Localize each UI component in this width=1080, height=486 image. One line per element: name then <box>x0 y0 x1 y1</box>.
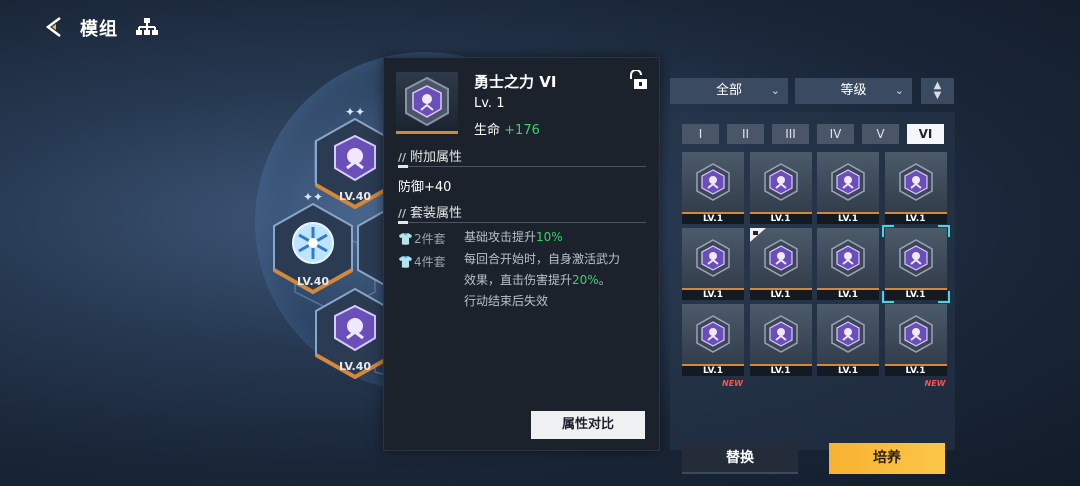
sort-by-value: 等级 <box>840 83 867 98</box>
module-card[interactable]: LV.1 <box>682 152 744 224</box>
set4-label: 👕4件套 <box>398 255 446 269</box>
card-level: LV.1 <box>817 212 879 224</box>
warrior-emblem-icon <box>696 239 730 277</box>
lock-icon <box>749 228 766 242</box>
card-level: LV.1 <box>817 288 879 300</box>
module-icon-frame <box>396 72 458 134</box>
shirt-icon: 👕 <box>398 232 413 246</box>
card-level: LV.1 <box>817 364 879 376</box>
set2-desc: 基础攻击提升10% <box>464 230 563 244</box>
card-level: LV.1 <box>884 212 947 224</box>
category-filter-value: 全部 <box>715 83 742 98</box>
card-level: LV.1 <box>682 364 744 376</box>
extra-attr-value: 防御+40 <box>398 180 452 195</box>
main-stat-label: 生命 <box>474 123 501 138</box>
warrior-emblem-icon <box>334 304 376 352</box>
card-level: LV.1 <box>884 364 947 376</box>
section-divider <box>398 221 646 224</box>
snowflake-emblem-icon <box>292 222 334 264</box>
module-card[interactable]: LV.1 NEW <box>884 304 947 388</box>
warrior-emblem-icon <box>763 239 798 277</box>
tier-tab[interactable]: V <box>862 124 899 144</box>
warrior-emblem-icon <box>898 163 933 201</box>
replace-button[interactable]: 替换 <box>682 443 798 474</box>
back-button[interactable] <box>42 14 68 40</box>
module-card[interactable]: LV.1NEW <box>749 228 812 312</box>
card-level: LV.1 <box>749 288 812 300</box>
sort-down-icon: ▼ <box>933 90 942 101</box>
main-stat: 生命 +176 <box>474 119 540 138</box>
module-card[interactable]: LV.1 <box>817 228 879 300</box>
train-button[interactable]: 培养 <box>829 443 945 474</box>
warrior-emblem-icon <box>334 134 376 182</box>
module-card[interactable]: LV.1 <box>884 152 947 224</box>
shirt-icon: 👕 <box>398 255 413 269</box>
warrior-emblem-icon <box>696 315 730 353</box>
module-card[interactable]: LV.1 <box>817 152 879 224</box>
card-level: LV.1 <box>749 212 812 224</box>
warrior-emblem-icon <box>898 239 933 277</box>
warrior-emblem-icon <box>898 315 933 353</box>
warrior-emblem-icon <box>831 239 865 277</box>
warrior-emblem-icon <box>831 315 865 353</box>
module-card[interactable]: LV.1 <box>682 228 744 300</box>
module-name: 勇士之力 VI <box>474 73 557 91</box>
hierarchy-icon <box>136 18 158 35</box>
module-detail-panel: 勇士之力 VI Lv. 1 生命 +176 //附加属性 防御+40 //套装属… <box>383 57 660 451</box>
selection-corner <box>937 225 950 237</box>
selection-corner <box>881 225 894 237</box>
set-attr-title: //套装属性 <box>398 206 463 221</box>
sort-order-button[interactable]: ▲ ▼ <box>921 78 954 104</box>
back-arrow-icon <box>45 17 61 37</box>
module-card[interactable]: LV.1 <box>817 304 879 376</box>
chevron-down-icon: ⌄ <box>770 84 780 97</box>
warrior-emblem-icon <box>763 315 798 353</box>
tier-tab[interactable]: I <box>682 124 719 144</box>
unlock-icon[interactable] <box>627 69 649 90</box>
main-stat-value: +176 <box>504 123 540 138</box>
extra-attr-title: //附加属性 <box>398 150 463 165</box>
warrior-emblem-icon <box>831 163 865 201</box>
card-level: LV.1 <box>682 212 744 224</box>
tier-tab[interactable]: VI <box>907 124 944 144</box>
compare-attributes-button[interactable]: 属性对比 <box>531 411 645 439</box>
selection-corner <box>881 291 894 303</box>
card-level: LV.1 <box>749 364 812 376</box>
tier-tab[interactable]: III <box>772 124 809 144</box>
category-filter-dropdown[interactable]: 全部 ⌄ <box>670 78 788 104</box>
tier-tab[interactable]: II <box>727 124 764 144</box>
card-level: LV.1 <box>682 288 744 300</box>
module-inventory: 全部 ⌄ 等级 ⌄ ▲ ▼ I II III IV V VI LV.1 LV.1 LV.1 LV… <box>670 78 955 474</box>
set2-label: 👕2件套 <box>398 232 446 246</box>
module-card[interactable]: LV.1NEW <box>881 225 950 312</box>
module-level: Lv. 1 <box>474 96 505 111</box>
module-grid-panel: IIIIIIIVVVI LV.1LV.1LV.1LV.1LV.1LV.1NEWL… <box>670 112 955 474</box>
module-card[interactable]: LV.1 NEW <box>682 304 744 388</box>
selection-corner <box>937 291 950 303</box>
chevron-down-icon: ⌄ <box>894 84 904 97</box>
warrior-emblem-icon <box>696 163 730 201</box>
module-card[interactable]: LV.1 <box>749 152 812 224</box>
sort-by-dropdown[interactable]: 等级 ⌄ <box>795 78 912 104</box>
set4-desc: 每回合开始时，自身激活武力 效果，直击伤害提升20%。 行动结束后失效 <box>464 252 621 308</box>
hierarchy-button[interactable] <box>136 17 158 37</box>
new-badge: NEW <box>722 379 743 388</box>
warrior-emblem-icon <box>405 76 449 127</box>
new-badge: NEW <box>924 379 946 388</box>
warrior-emblem-icon <box>763 163 798 201</box>
module-slot-left[interactable]: ✦✦ LV.40 <box>272 190 354 294</box>
module-card[interactable]: LV.1 <box>749 304 812 376</box>
section-divider <box>398 165 646 168</box>
page-title: 模组 <box>80 19 118 40</box>
tier-tab[interactable]: IV <box>817 124 854 144</box>
